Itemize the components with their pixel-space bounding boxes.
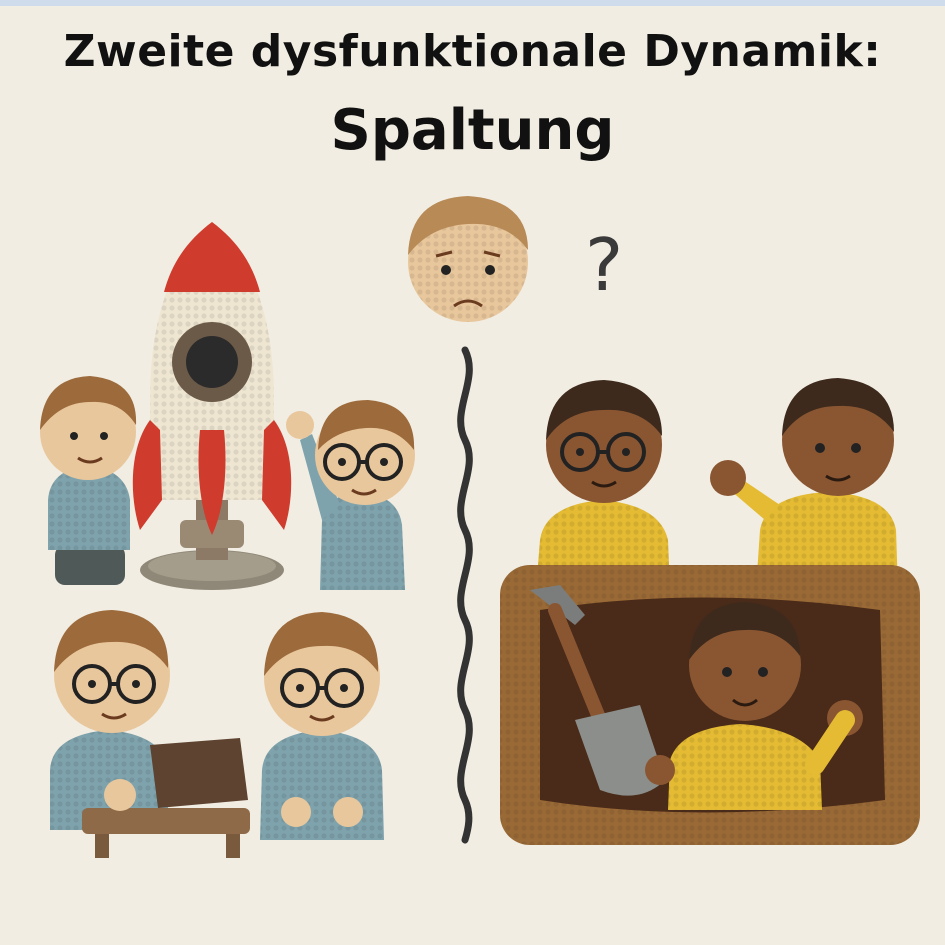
divider-wavy-line: [457, 346, 473, 844]
illustration-canvas: Zweite dysfunktionale Dynamik: Spaltung: [0, 0, 945, 945]
person-left-top: [40, 376, 137, 585]
person-right-glasses: [536, 380, 670, 590]
scene-illustration: ?: [40, 196, 920, 858]
person-right-waving: [710, 378, 898, 590]
person-left-laptop: [50, 610, 250, 858]
question-mark-icon: ?: [585, 223, 623, 307]
worried-face-icon: [408, 196, 528, 322]
person-left-sitting: [260, 612, 384, 840]
person-left-pointing: [286, 400, 415, 590]
rocket-icon: [132, 222, 292, 590]
